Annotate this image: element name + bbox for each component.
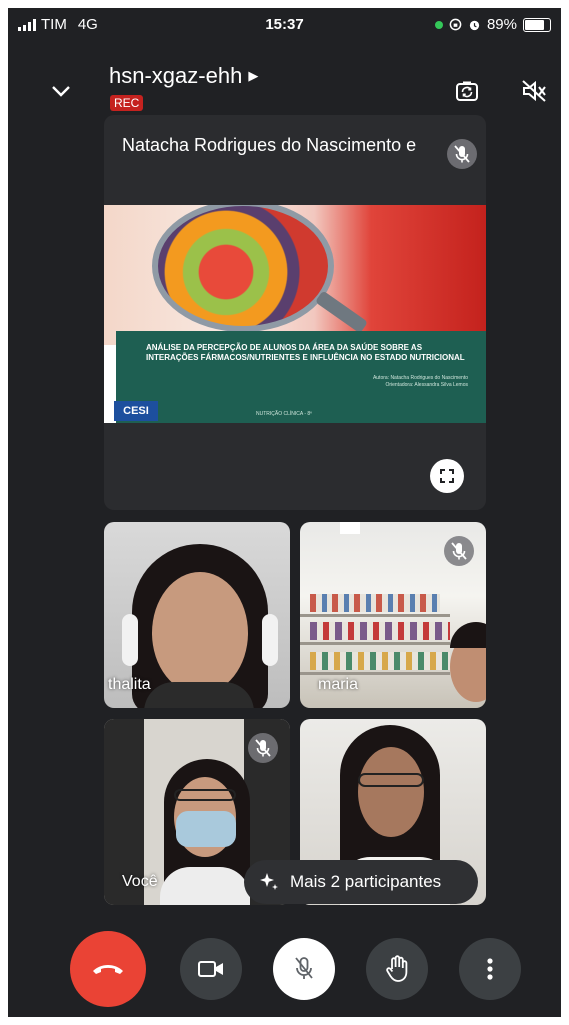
end-call-button[interactable] xyxy=(70,931,146,1007)
mic-toggle-button[interactable] xyxy=(273,938,335,1000)
fullscreen-icon xyxy=(440,469,454,483)
slide-title-band: ANÁLISE DA PERCEPÇÃO DE ALUNOS DA ÁREA D… xyxy=(116,331,486,423)
face-mask xyxy=(176,811,236,847)
presenter-name: Natacha Rodrigues do Nascimento e xyxy=(122,135,417,155)
fullscreen-button[interactable] xyxy=(430,459,464,493)
participant-tile[interactable]: maria xyxy=(300,522,486,708)
participant-video xyxy=(340,522,360,534)
caret-right-icon: ▶ xyxy=(248,68,259,83)
slide-author: Autora: Natacha Rodrigues do Nascimento xyxy=(372,375,468,381)
participant-name: Você xyxy=(122,873,158,890)
more-participants-label: Mais 2 participantes xyxy=(290,872,442,891)
recording-badge: REC xyxy=(110,95,144,111)
participant-name: thalita xyxy=(108,676,151,693)
slide-magnifier-fruits xyxy=(152,205,334,332)
status-bar: TIM 4G 15:37 89% xyxy=(8,8,561,42)
shared-slide: ANÁLISE DA PERCEPÇÃO DE ALUNOS DA ÁREA D… xyxy=(104,205,486,423)
meeting-code-text: hsn-xgaz-ehh xyxy=(109,63,243,88)
headphones xyxy=(122,614,138,666)
participant-mic-off-badge xyxy=(248,733,278,763)
participant-mic-off-badge xyxy=(444,536,474,566)
sparkle-icon xyxy=(260,873,278,890)
presenter-mic-off-badge xyxy=(447,139,477,169)
mic-off-icon xyxy=(255,739,271,757)
slide-logo: CESI xyxy=(114,401,158,421)
slide-advisor: Orientadora: Alessandra Silva Lemos xyxy=(385,382,468,388)
raise-hand-button[interactable] xyxy=(366,938,428,1000)
end-call-icon xyxy=(93,965,123,974)
battery-level-fill xyxy=(525,19,544,30)
participant-tile[interactable]: thalita xyxy=(104,522,290,708)
chevron-down-icon[interactable] xyxy=(48,78,74,104)
meeting-code[interactable]: hsn-xgaz-ehh ▶ xyxy=(109,63,258,89)
slide-title: ANÁLISE DA PERCEPÇÃO DE ALUNOS DA ÁREA D… xyxy=(146,343,465,362)
more-options-button[interactable] xyxy=(459,938,521,1000)
mic-off-icon xyxy=(451,542,467,560)
camera-toggle-button[interactable] xyxy=(180,938,242,1000)
battery-percent: 89% xyxy=(486,16,517,33)
meet-call-screen: TIM 4G 15:37 89% hsn-xgaz-ehh ▶ REC Natac… xyxy=(8,8,561,1017)
speaker-off-icon[interactable] xyxy=(520,78,548,104)
slide-footer: NUTRIÇÃO CLÍNICA - 8º xyxy=(256,411,313,417)
orientation-lock-icon xyxy=(449,18,462,31)
slide-authors: Autora: Natacha Rodrigues do Nascimento O… xyxy=(373,375,468,389)
camera-switch-icon[interactable] xyxy=(454,78,480,104)
mic-off-icon xyxy=(295,957,313,979)
mic-off-icon xyxy=(454,145,470,163)
more-options-icon xyxy=(487,958,493,980)
raise-hand-icon xyxy=(386,955,408,982)
participant-name: maria xyxy=(318,676,359,693)
camera-in-use-indicator xyxy=(434,20,443,29)
camera-icon xyxy=(198,961,223,977)
battery-icon xyxy=(523,17,551,32)
alarm-icon xyxy=(469,20,480,31)
more-participants-button[interactable]: Mais 2 participantes xyxy=(244,860,478,904)
presentation-tile[interactable]: Natacha Rodrigues do Nascimento e ANÁLIS… xyxy=(104,115,486,510)
